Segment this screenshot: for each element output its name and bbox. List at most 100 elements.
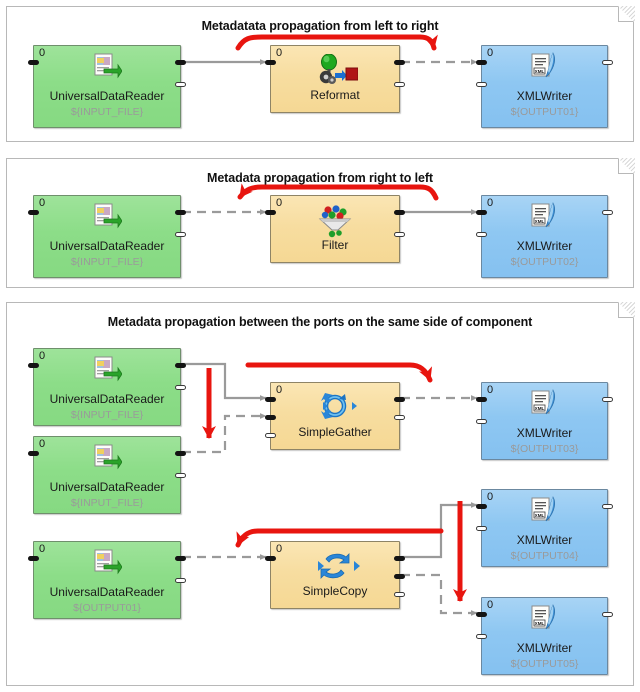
component-universaldatareader[interactable]: 0 UniversalDataReader ${INPUT_FILE} (28, 195, 186, 278)
input-port-0[interactable] (265, 210, 276, 215)
component-name-label: XMLWriter (516, 533, 573, 547)
component-port-number: 0 (39, 47, 46, 59)
input-port-0[interactable] (28, 363, 39, 368)
output-port-0[interactable] (394, 60, 405, 65)
component-port-number: 0 (276, 384, 283, 396)
output-port-0[interactable] (175, 451, 186, 456)
component-xmlwriter[interactable]: 0 XML XMLWriter ${OUTPUT05} (476, 597, 613, 675)
output-port-0[interactable] (394, 556, 405, 561)
output-port-1[interactable] (175, 473, 186, 478)
input-port-1[interactable] (476, 232, 487, 237)
component-filter[interactable]: 0 Filter (265, 195, 405, 263)
panel-title: Metadatata propagation from left to righ… (201, 19, 439, 33)
component-name-label: SimpleCopy (302, 584, 368, 598)
component-port-number: 0 (487, 384, 494, 396)
output-port-0[interactable] (394, 210, 405, 215)
xmlwriter-icon: XML (529, 604, 561, 639)
reader-icon (92, 355, 123, 390)
output-port-1[interactable] (175, 578, 186, 583)
component-file-label: ${INPUT_FILE} (70, 409, 144, 421)
reader-icon (92, 202, 123, 237)
xmlwriter-icon: XML (529, 389, 561, 424)
component-port-number: 0 (487, 47, 494, 59)
component-simplegather[interactable]: 0 SimpleGather (265, 382, 405, 450)
reader-icon (92, 548, 123, 583)
input-port-0[interactable] (265, 556, 276, 561)
component-name-label: UniversalDataReader (49, 585, 165, 599)
svg-text:XML: XML (534, 621, 544, 626)
component-port-number: 0 (487, 599, 494, 611)
component-name-label: Filter (321, 238, 349, 252)
output-port-1[interactable] (175, 232, 186, 237)
component-port-number: 0 (39, 197, 46, 209)
component-port-number: 0 (39, 543, 46, 555)
diagram-canvas: Metadatata propagation from left to righ… (0, 0, 640, 692)
output-port-1[interactable] (175, 385, 186, 390)
input-port-0[interactable] (28, 60, 39, 65)
component-name-label: XMLWriter (516, 641, 573, 655)
component-file-label: ${INPUT_FILE} (70, 497, 144, 509)
output-port-1[interactable] (175, 82, 186, 87)
panel-title: Metadata propagation between the ports o… (107, 315, 533, 329)
input-port-2[interactable] (265, 433, 276, 438)
component-file-label: ${OUTPUT01} (510, 106, 579, 118)
input-port-0[interactable] (28, 451, 39, 456)
component-file-label: ${OUTPUT03} (510, 443, 579, 455)
output-port-1[interactable] (394, 415, 405, 420)
component-universaldatareader[interactable]: 0 UniversalDataReader ${INPUT_FILE} (28, 436, 186, 514)
component-name-label: XMLWriter (516, 89, 573, 103)
component-name-label: UniversalDataReader (49, 392, 165, 406)
input-port-0[interactable] (28, 210, 39, 215)
input-port-0[interactable] (265, 397, 276, 402)
output-port-1[interactable] (394, 232, 405, 237)
component-reformat[interactable]: 0 Reformat (265, 45, 405, 113)
output-port-0[interactable] (175, 556, 186, 561)
input-port-0[interactable] (476, 612, 487, 617)
input-port-1[interactable] (476, 526, 487, 531)
component-port-number: 0 (276, 47, 283, 59)
output-port-0[interactable] (175, 210, 186, 215)
component-file-label: ${OUTPUT04} (510, 550, 579, 562)
input-port-0[interactable] (476, 210, 487, 215)
component-name-label: Reformat (310, 88, 360, 102)
component-universaldatareader[interactable]: 0 UniversalDataReader ${OUTPUT01} (28, 541, 186, 619)
output-port-1[interactable] (394, 574, 405, 579)
output-port-1[interactable] (394, 82, 405, 87)
svg-text:XML: XML (534, 406, 544, 411)
svg-text:XML: XML (534, 513, 544, 518)
component-simplecopy[interactable]: 0 SimpleCopy (265, 541, 405, 609)
output-port-0[interactable] (602, 397, 613, 402)
simplecopy-icon (310, 550, 360, 587)
input-port-0[interactable] (476, 60, 487, 65)
simplegather-icon (313, 391, 357, 426)
output-port-0[interactable] (175, 60, 186, 65)
input-port-0[interactable] (265, 60, 276, 65)
input-port-1[interactable] (476, 634, 487, 639)
component-name-label: SimpleGather (298, 425, 372, 439)
component-xmlwriter[interactable]: 0 XML XMLWriter ${OUTPUT01} (476, 45, 613, 128)
output-port-0[interactable] (602, 504, 613, 509)
input-port-0[interactable] (476, 397, 487, 402)
component-port-number: 0 (39, 438, 46, 450)
input-port-1[interactable] (476, 419, 487, 424)
reader-icon (92, 443, 123, 478)
output-port-0[interactable] (175, 363, 186, 368)
output-port-0[interactable] (394, 397, 405, 402)
output-port-0[interactable] (602, 210, 613, 215)
input-port-1[interactable] (265, 415, 276, 420)
input-port-0[interactable] (476, 504, 487, 509)
component-xmlwriter[interactable]: 0 XML XMLWriter ${OUTPUT03} (476, 382, 613, 460)
output-port-2[interactable] (394, 592, 405, 597)
output-port-0[interactable] (602, 612, 613, 617)
component-xmlwriter[interactable]: 0 XML XMLWriter ${OUTPUT02} (476, 195, 613, 278)
svg-text:XML: XML (534, 69, 544, 74)
component-file-label: ${INPUT_FILE} (70, 106, 144, 118)
input-port-0[interactable] (28, 556, 39, 561)
component-file-label: ${OUTPUT05} (510, 658, 579, 670)
component-xmlwriter[interactable]: 0 XML XMLWriter ${OUTPUT04} (476, 489, 613, 567)
component-universaldatareader[interactable]: 0 UniversalDataReader ${INPUT_FILE} (28, 45, 186, 128)
component-universaldatareader[interactable]: 0 UniversalDataReader ${INPUT_FILE} (28, 348, 186, 426)
component-name-label: XMLWriter (516, 426, 573, 440)
input-port-1[interactable] (476, 82, 487, 87)
output-port-0[interactable] (602, 60, 613, 65)
